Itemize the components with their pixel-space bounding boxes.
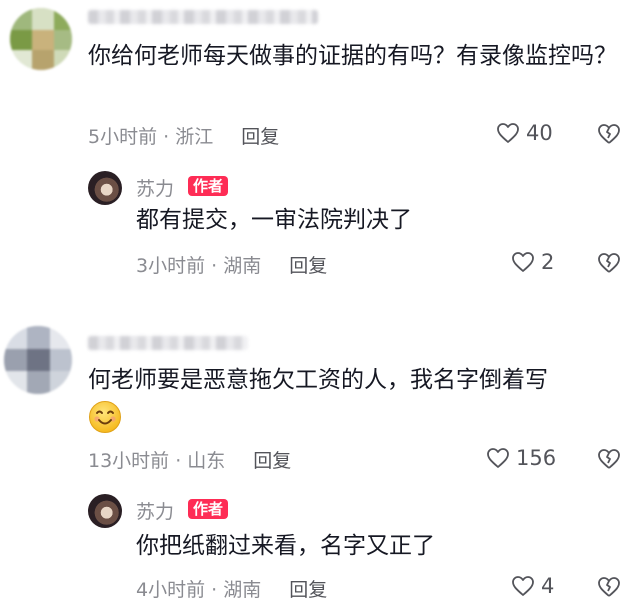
username-blurred[interactable] [88, 336, 248, 350]
dislike-button[interactable] [597, 252, 621, 278]
comment-time-location: 5小时前 · 浙江 [88, 126, 214, 148]
reply-text: 都有提交，一审法院判决了 [136, 207, 412, 233]
like-count: 40 [526, 121, 553, 145]
author-badge: 作者 [188, 499, 229, 519]
dislike-button[interactable] [597, 448, 621, 474]
like-button[interactable]: 2 [511, 250, 554, 274]
reply-button[interactable]: 回复 [289, 255, 327, 277]
heart-icon [497, 123, 519, 143]
dislike-button[interactable] [597, 576, 621, 602]
reply-button[interactable]: 回复 [253, 450, 291, 472]
heart-icon [512, 576, 534, 596]
comment-time-location: 13小时前 · 山东 [88, 450, 226, 472]
heart-icon [512, 252, 534, 272]
comment-text: 你给何老师每天做事的证据的有吗？有录像监控吗？ [88, 43, 617, 69]
reply-meta: 3小时前 · 湖南 回复 [136, 251, 327, 278]
author-badge: 作者 [188, 176, 229, 196]
comment-text: 何老师要是恶意拖欠工资的人，我名字倒着写 [88, 367, 548, 393]
author-avatar[interactable] [88, 171, 122, 205]
smile-emoji [88, 400, 122, 438]
heart-icon [487, 448, 509, 468]
like-count: 156 [516, 446, 557, 470]
reply-text: 你把纸翻过来看，名字又正了 [136, 533, 435, 559]
like-count: 4 [541, 574, 555, 598]
reply-button[interactable]: 回复 [289, 579, 327, 601]
author-avatar[interactable] [88, 494, 122, 528]
reply-time-location: 4小时前 · 湖南 [136, 579, 262, 601]
avatar[interactable] [10, 8, 72, 70]
reply-meta: 4小时前 · 湖南 回复 [136, 575, 327, 602]
like-button[interactable]: 4 [511, 574, 554, 598]
author-name[interactable]: 苏力 [136, 497, 174, 524]
reply-time-location: 3小时前 · 湖南 [136, 255, 262, 277]
author-name[interactable]: 苏力 [136, 174, 174, 201]
broken-heart-icon [598, 253, 620, 273]
broken-heart-icon [598, 449, 620, 469]
reply-button[interactable]: 回复 [241, 126, 279, 148]
username-blurred[interactable] [88, 10, 318, 24]
dislike-button[interactable] [597, 123, 621, 149]
broken-heart-icon [598, 577, 620, 597]
like-button[interactable]: 40 [496, 121, 553, 145]
comment-meta: 5小时前 · 浙江 回复 [88, 122, 279, 149]
like-count: 2 [541, 250, 555, 274]
avatar[interactable] [4, 326, 72, 394]
broken-heart-icon [598, 124, 620, 144]
comment-meta: 13小时前 · 山东 回复 [88, 446, 291, 473]
like-button[interactable]: 156 [486, 446, 556, 470]
